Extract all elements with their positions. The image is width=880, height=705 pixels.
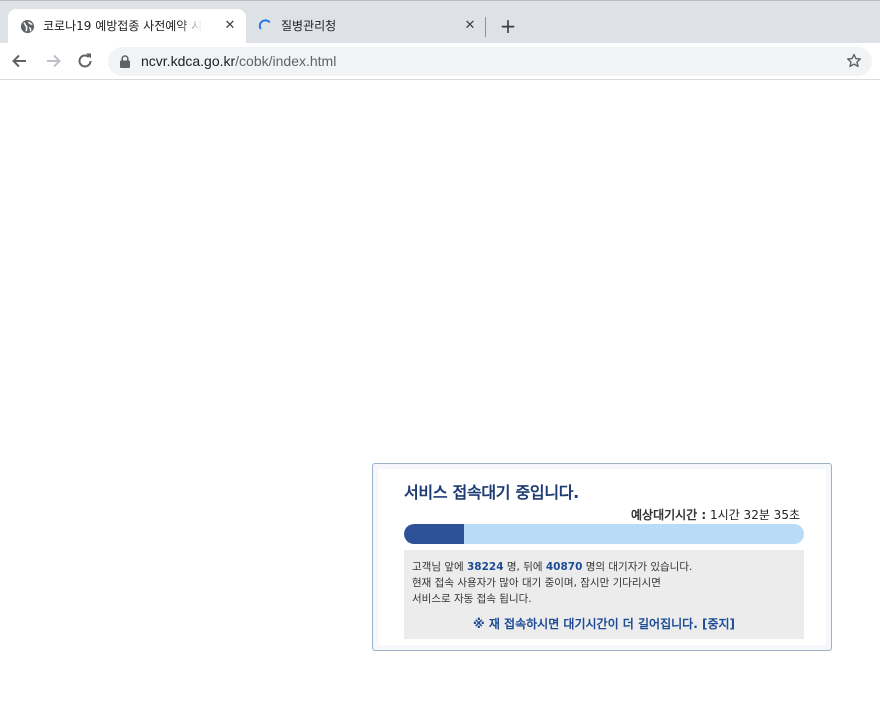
ahead-count: 38224 <box>466 561 504 573</box>
queue-info-box: 고객님 앞에 38224 명, 뒤에 40870 명의 대기자가 있습니다. 현… <box>404 550 804 639</box>
new-tab-button[interactable]: + <box>497 15 519 37</box>
reload-icon[interactable] <box>75 51 95 71</box>
info-line-2: 현재 접속 사용자가 많아 대기 중이며, 잠시만 기다리시면 <box>412 577 661 589</box>
queue-status-line: 고객님 앞에 38224 명, 뒤에 40870 명의 대기자가 있습니다. <box>412 560 692 574</box>
lock-icon <box>120 55 130 68</box>
queue-progress-fill <box>404 524 464 544</box>
queue-mid: 명, 뒤에 <box>503 561 546 573</box>
behind-count: 40870 <box>545 561 583 573</box>
waiting-queue-dialog: 서비스 접속대기 중입니다. 예상대기시간 : 1시간 32분 35초 고객님 … <box>372 463 832 651</box>
dialog-body: 서비스 접속대기 중입니다. 예상대기시간 : 1시간 32분 35초 고객님 … <box>378 469 826 645</box>
address-bar[interactable]: ncvr.kdca.go.kr/cobk/index.html <box>108 47 872 76</box>
tab-close-button[interactable]: ✕ <box>462 18 478 34</box>
tab-inactive[interactable]: 질병관리청 ✕ <box>246 9 486 44</box>
eta-label: 예상대기시간 : <box>630 508 707 522</box>
tab-separator <box>485 17 486 37</box>
eta-value: 1시간 32분 35초 <box>710 508 800 522</box>
forward-arrow-icon[interactable] <box>43 51 63 71</box>
dialog-title: 서비스 접속대기 중입니다. <box>404 483 579 502</box>
tab-title: 코로나19 예방접종 사전예약 시스템 <box>43 19 203 33</box>
back-arrow-icon[interactable] <box>10 51 30 71</box>
warning-text: ※ 재 접속하시면 대기시간이 더 길어집니다. <box>472 617 698 631</box>
queue-suffix: 명의 대기자가 있습니다. <box>582 561 693 573</box>
estimated-wait-time: 예상대기시간 : 1시간 32분 35초 <box>631 506 800 523</box>
globe-icon <box>20 19 35 34</box>
reconnect-warning: ※ 재 접속하시면 대기시간이 더 길어집니다. [중지] <box>404 615 804 632</box>
browser-toolbar: ncvr.kdca.go.kr/cobk/index.html <box>0 43 880 80</box>
tab-close-button[interactable]: ✕ <box>222 18 238 34</box>
info-line-3: 서비스로 자동 접속 됩니다. <box>412 593 532 605</box>
stop-link[interactable]: [중지] <box>702 617 735 631</box>
loading-spinner-icon <box>258 19 271 30</box>
tab-active[interactable]: 코로나19 예방접종 사전예약 시스템 ✕ <box>8 9 246 44</box>
url-host: ncvr.kdca.go.kr <box>141 53 236 69</box>
tab-strip: 코로나19 예방접종 사전예약 시스템 ✕ 질병관리청 ✕ + <box>0 0 880 44</box>
bookmark-star-icon[interactable] <box>846 53 862 69</box>
url-text: ncvr.kdca.go.kr/cobk/index.html <box>141 53 336 70</box>
tab-title: 질병관리청 <box>281 19 337 33</box>
url-path: /cobk/index.html <box>235 53 337 69</box>
queue-prefix: 고객님 앞에 <box>412 561 467 573</box>
queue-progress-bar <box>404 524 804 544</box>
